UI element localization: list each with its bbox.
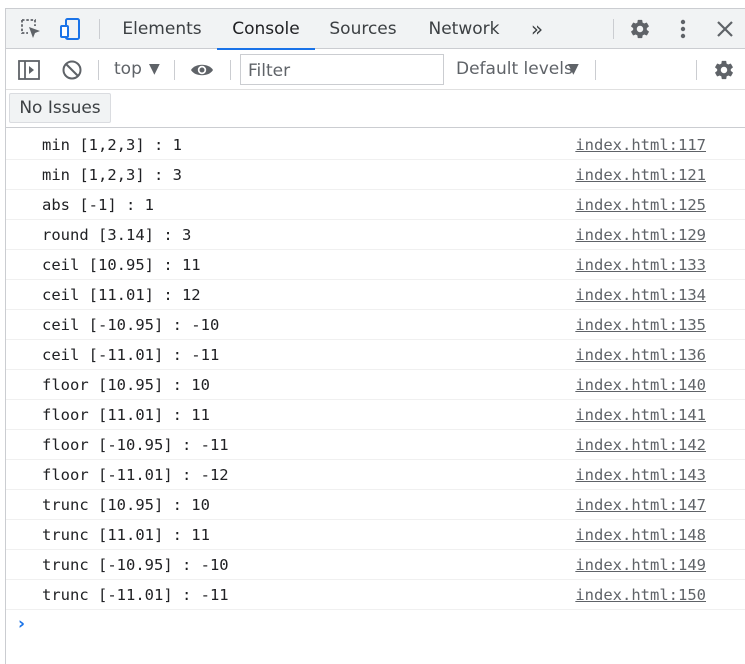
source-link[interactable]: index.html:136 bbox=[575, 346, 706, 364]
console-message: round [3.14] : 3 bbox=[42, 226, 192, 244]
source-link[interactable]: index.html:142 bbox=[575, 436, 706, 454]
console-message: trunc [10.95] : 10 bbox=[42, 496, 210, 514]
source-link[interactable]: index.html:135 bbox=[575, 316, 706, 334]
chevron-down-icon: ▼ bbox=[568, 61, 579, 77]
console-row: trunc [10.95] : 10 index.html:147 bbox=[6, 490, 745, 520]
console-row: trunc [-10.95] : -10 index.html:149 bbox=[6, 550, 745, 580]
close-icon[interactable] bbox=[711, 15, 739, 43]
console-message: ceil [-10.95] : -10 bbox=[42, 316, 220, 334]
console-row: abs [-1] : 1 index.html:125 bbox=[6, 190, 745, 220]
source-link[interactable]: index.html:117 bbox=[575, 136, 706, 154]
tab-network[interactable]: Network bbox=[418, 9, 510, 49]
console-row: trunc [-11.01] : -11 index.html:150 bbox=[6, 580, 745, 610]
more-vertical-icon[interactable] bbox=[669, 15, 697, 43]
source-link[interactable]: index.html:134 bbox=[575, 286, 706, 304]
toolbar-divider bbox=[696, 60, 697, 80]
console-message: floor [11.01] : 11 bbox=[42, 406, 210, 424]
source-link[interactable]: index.html:121 bbox=[575, 166, 706, 184]
more-tabs-button[interactable]: » bbox=[524, 9, 550, 49]
source-link[interactable]: index.html:143 bbox=[575, 466, 706, 484]
source-link[interactable]: index.html:149 bbox=[575, 556, 706, 574]
tab-elements[interactable]: Elements bbox=[114, 9, 210, 49]
console-settings-gear-icon[interactable] bbox=[710, 56, 738, 84]
console-message: trunc [-11.01] : -11 bbox=[42, 586, 229, 604]
tab-sources[interactable]: Sources bbox=[320, 9, 406, 49]
filter-input[interactable]: Filter bbox=[240, 54, 444, 85]
source-link[interactable]: index.html:129 bbox=[575, 226, 706, 244]
live-expression-eye-icon[interactable] bbox=[188, 56, 216, 84]
device-toolbar-icon[interactable] bbox=[57, 15, 85, 43]
source-link[interactable]: index.html:147 bbox=[575, 496, 706, 514]
source-link[interactable]: index.html:148 bbox=[575, 526, 706, 544]
clear-console-icon[interactable] bbox=[58, 56, 86, 84]
console-toolbar: top ▼ Filter Default levels ▼ bbox=[6, 50, 745, 90]
console-message: ceil [11.01] : 12 bbox=[42, 286, 201, 304]
source-link[interactable]: index.html:150 bbox=[575, 586, 706, 604]
toolbar-divider bbox=[595, 60, 596, 80]
toolbar-divider bbox=[174, 60, 175, 80]
context-selector-value: top bbox=[114, 59, 142, 79]
tab-console[interactable]: Console bbox=[217, 9, 315, 50]
no-issues-button[interactable]: No Issues bbox=[9, 93, 111, 123]
console-row: ceil [11.01] : 12 index.html:134 bbox=[6, 280, 745, 310]
devtools-tab-bar: Elements Console Sources Network » bbox=[6, 9, 745, 50]
console-row: round [3.14] : 3 index.html:129 bbox=[6, 220, 745, 250]
console-row: ceil [-11.01] : -11 index.html:136 bbox=[6, 340, 745, 370]
devtools-panel: Elements Console Sources Network » top ▼… bbox=[5, 8, 745, 664]
filter-placeholder: Filter bbox=[248, 61, 291, 81]
source-link[interactable]: index.html:140 bbox=[575, 376, 706, 394]
console-message: trunc [11.01] : 11 bbox=[42, 526, 210, 544]
console-row: min [1,2,3] : 3 index.html:121 bbox=[6, 160, 745, 190]
console-row: floor [11.01] : 11 index.html:141 bbox=[6, 400, 745, 430]
toolbar-divider bbox=[98, 60, 99, 80]
prompt-chevron-icon: › bbox=[18, 614, 26, 634]
tab-console-label: Console bbox=[232, 19, 300, 39]
toolbar-divider bbox=[230, 60, 231, 80]
console-message: ceil [-11.01] : -11 bbox=[42, 346, 220, 364]
log-levels-value: Default levels bbox=[456, 59, 573, 79]
console-message: floor [-10.95] : -11 bbox=[42, 436, 229, 454]
console-row: min [1,2,3] : 1 index.html:117 bbox=[6, 130, 745, 160]
console-row: floor [-10.95] : -11 index.html:142 bbox=[6, 430, 745, 460]
sidebar-toggle-icon[interactable] bbox=[15, 56, 43, 84]
console-row: ceil [10.95] : 11 index.html:133 bbox=[6, 250, 745, 280]
console-message: min [1,2,3] : 3 bbox=[42, 166, 182, 184]
console-message: trunc [-10.95] : -10 bbox=[42, 556, 229, 574]
toolbar-divider bbox=[613, 19, 614, 39]
console-message: floor [-11.01] : -12 bbox=[42, 466, 229, 484]
source-link[interactable]: index.html:133 bbox=[575, 256, 706, 274]
issues-bar: No Issues bbox=[6, 90, 745, 128]
source-link[interactable]: index.html:141 bbox=[575, 406, 706, 424]
chevron-down-icon: ▼ bbox=[149, 61, 160, 77]
console-message: abs [-1] : 1 bbox=[42, 196, 154, 214]
console-row: floor [-11.01] : -12 index.html:143 bbox=[6, 460, 745, 490]
toolbar-divider bbox=[99, 19, 100, 39]
console-row: trunc [11.01] : 11 index.html:148 bbox=[6, 520, 745, 550]
console-row: ceil [-10.95] : -10 index.html:135 bbox=[6, 310, 745, 340]
console-message: min [1,2,3] : 1 bbox=[42, 136, 182, 154]
settings-gear-icon[interactable] bbox=[626, 15, 654, 43]
console-message: ceil [10.95] : 11 bbox=[42, 256, 201, 274]
console-message: floor [10.95] : 10 bbox=[42, 376, 210, 394]
console-log: min [1,2,3] : 1 index.html:117 min [1,2,3… bbox=[6, 130, 745, 640]
source-link[interactable]: index.html:125 bbox=[575, 196, 706, 214]
console-row: floor [10.95] : 10 index.html:140 bbox=[6, 370, 745, 400]
inspect-element-icon[interactable] bbox=[17, 15, 45, 43]
console-prompt[interactable]: › bbox=[6, 610, 745, 640]
